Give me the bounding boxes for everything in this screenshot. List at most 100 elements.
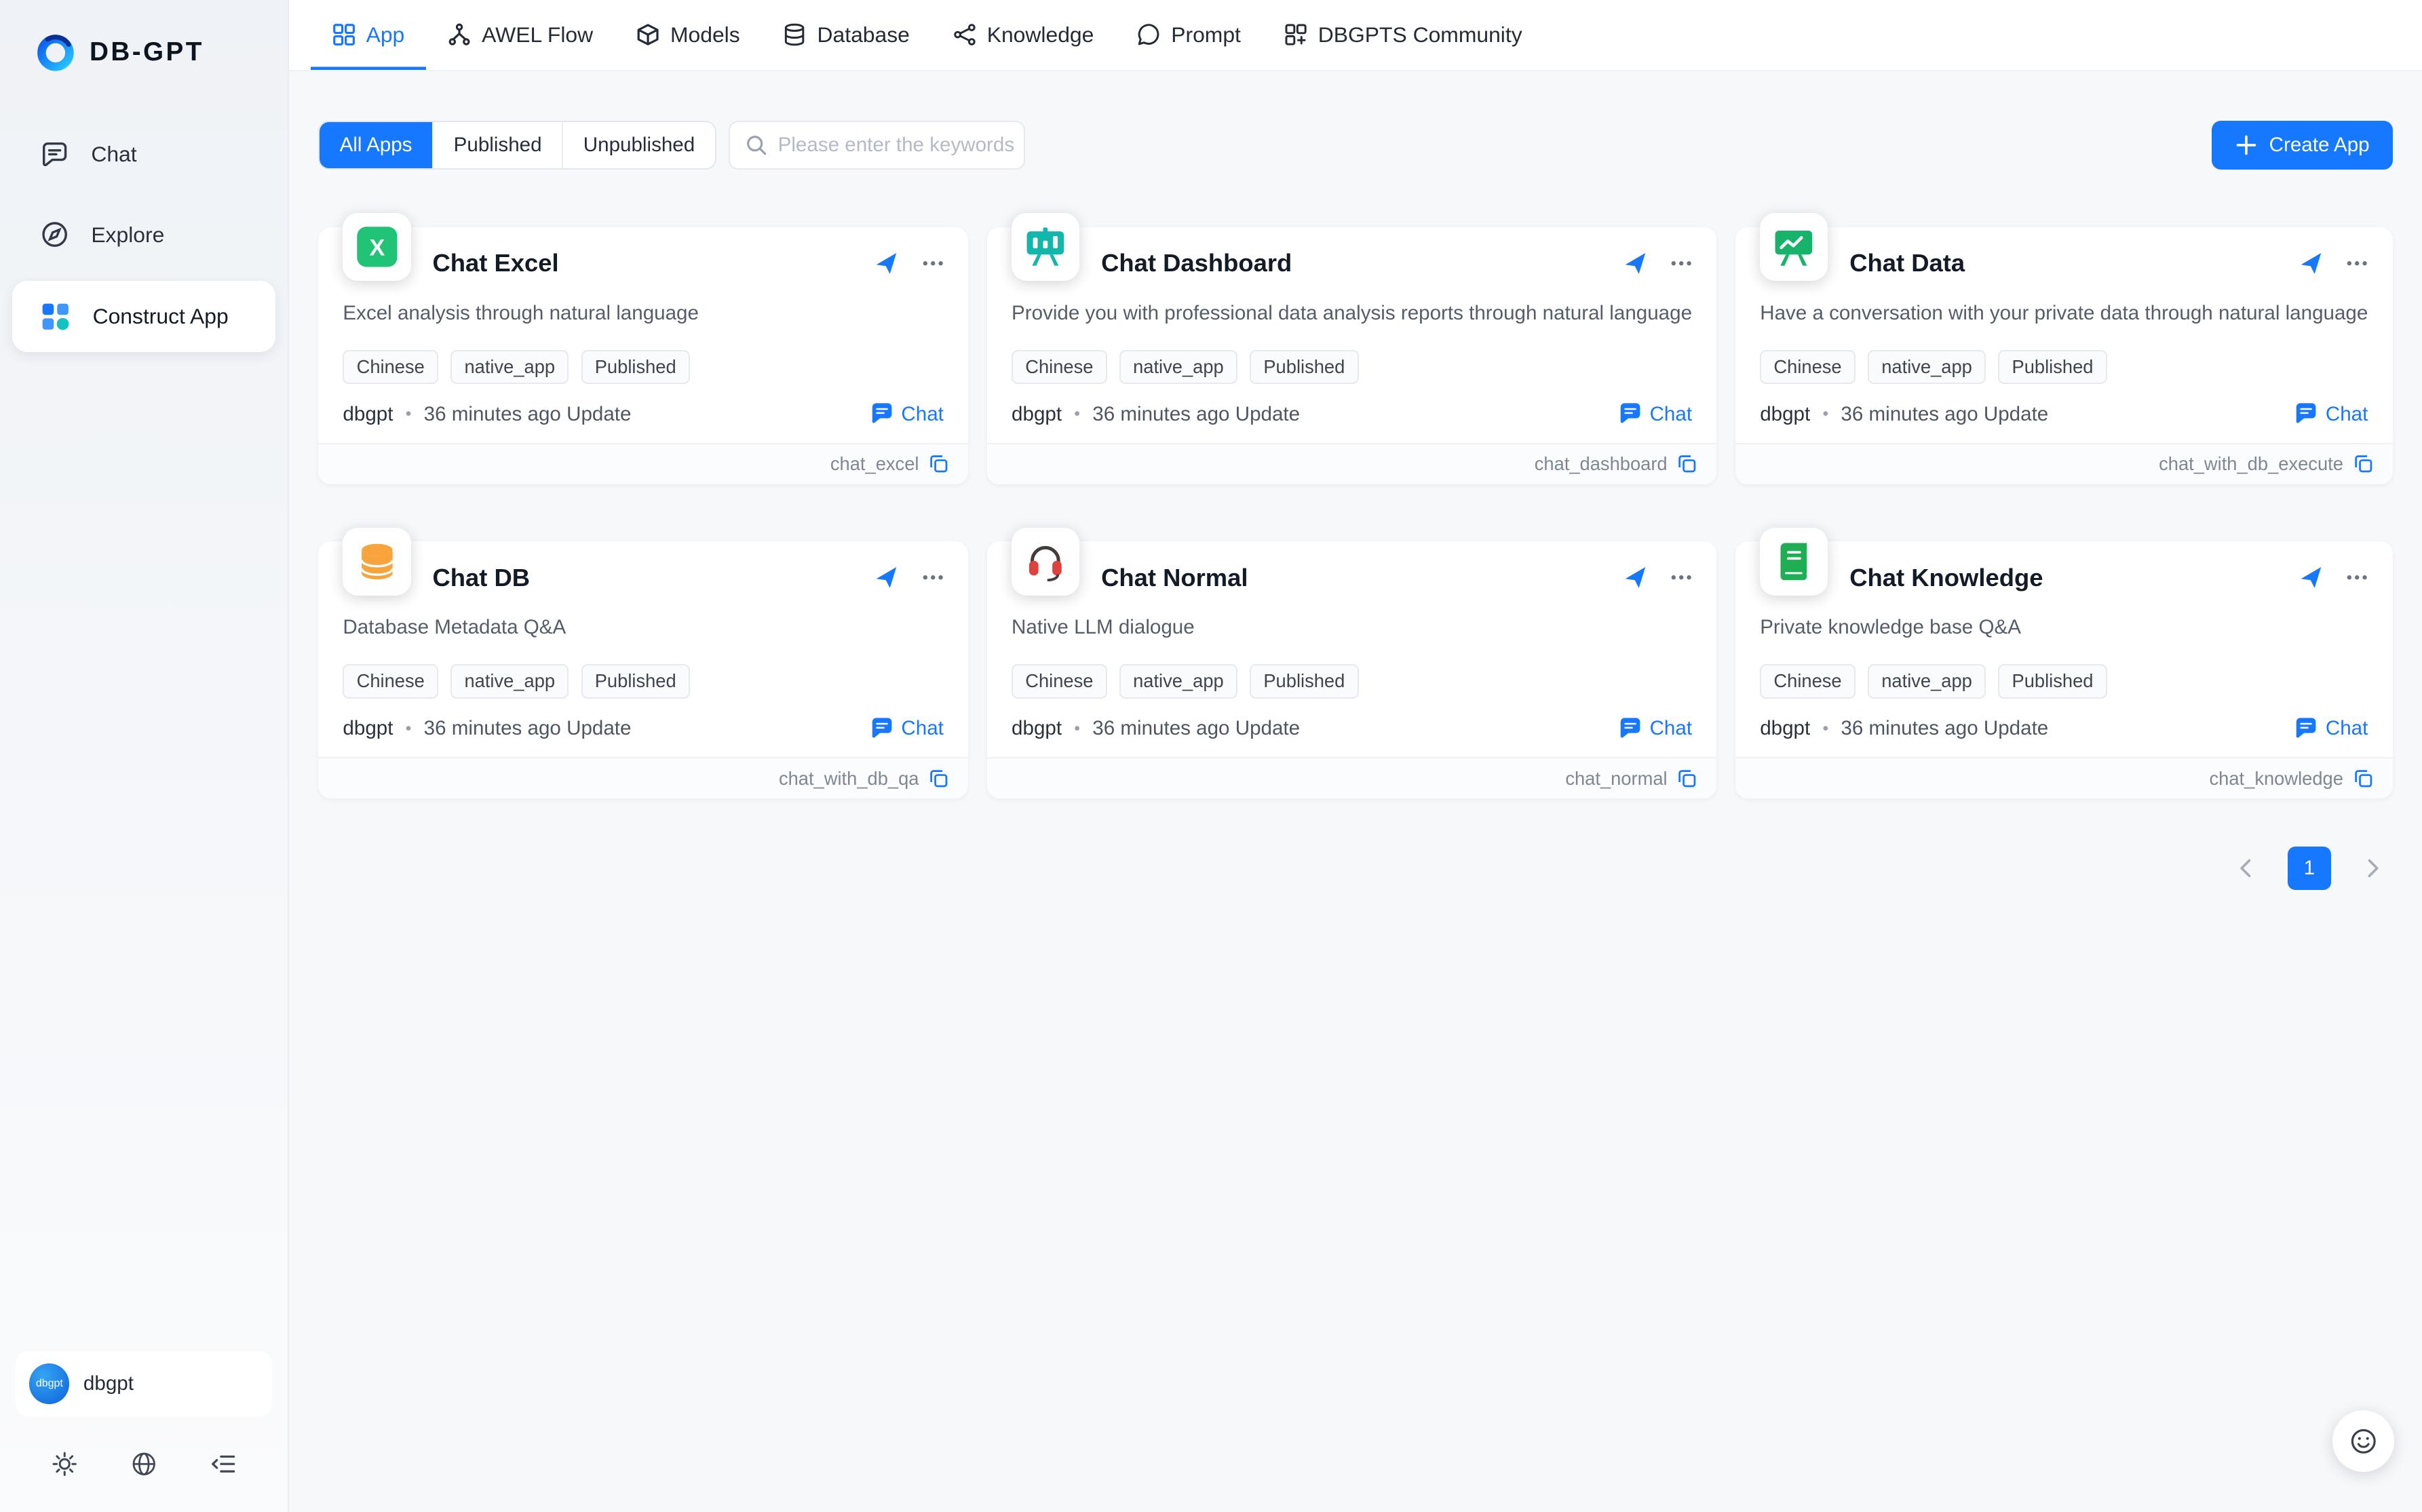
create-app-label: Create App <box>2269 134 2370 157</box>
app-card-chat-normal[interactable]: Chat Normal Native LLM dialogue Chinese … <box>987 541 1717 798</box>
owner-name: dbgpt <box>343 403 393 426</box>
chat-message-icon <box>2294 717 2318 740</box>
card-actions <box>2297 564 2371 592</box>
card-meta: dbgpt • 36 minutes ago Update Chat <box>987 384 1717 425</box>
card-actions <box>2297 250 2371 277</box>
tab-prompt[interactable]: Prompt <box>1115 0 1263 70</box>
app-card-chat-db[interactable]: Chat DB Database Metadata Q&A Chinese na… <box>318 541 968 798</box>
tag: Chinese <box>1012 350 1107 384</box>
headset-icon <box>1024 540 1067 583</box>
card-meta: dbgpt • 36 minutes ago Update Chat <box>987 699 1717 740</box>
publish-cursor-icon[interactable] <box>2297 250 2325 277</box>
filter-all-apps[interactable]: All Apps <box>320 122 432 169</box>
tab-label: Prompt <box>1171 22 1241 47</box>
chat-button-label: Chat <box>2326 403 2368 426</box>
more-ellipsis-icon[interactable] <box>2343 250 2371 277</box>
apps-plus-icon <box>1284 23 1307 46</box>
data-icon <box>1772 225 1815 269</box>
more-ellipsis-icon[interactable] <box>1668 564 1695 592</box>
tag: Published <box>1250 350 1358 384</box>
publish-cursor-icon[interactable] <box>1621 564 1649 592</box>
app-card-chat-excel[interactable]: X Chat Excel Excel analysis through natu… <box>318 227 968 484</box>
app-card-chat-data[interactable]: Chat Data Have a conversation with your … <box>1735 227 2393 484</box>
card-meta: dbgpt • 36 minutes ago Update Chat <box>318 699 968 740</box>
card-header: Chat Dashboard <box>987 227 1717 282</box>
meta-separator: • <box>406 719 412 739</box>
search-input[interactable] <box>778 134 1037 157</box>
dbgpt-logo-icon <box>34 31 77 75</box>
scene-name: chat_with_db_execute <box>2159 453 2343 475</box>
app-card-chat-dashboard[interactable]: Chat Dashboard Provide you with professi… <box>987 227 1717 484</box>
app-card-chat-knowledge[interactable]: Chat Knowledge Private knowledge base Q&… <box>1735 541 2393 798</box>
copy-icon[interactable] <box>928 453 950 475</box>
publish-cursor-icon[interactable] <box>872 250 900 277</box>
copy-icon[interactable] <box>2353 453 2375 475</box>
tab-database[interactable]: Database <box>762 0 931 70</box>
chat-button[interactable]: Chat <box>870 717 944 740</box>
feedback-smiley-button[interactable] <box>2332 1410 2394 1472</box>
tab-app[interactable]: App <box>311 0 427 70</box>
chat-button[interactable]: Chat <box>2294 717 2368 740</box>
prev-page-chevron-icon[interactable] <box>2226 848 2266 888</box>
card-header: Chat Data <box>1735 227 2393 282</box>
copy-icon[interactable] <box>1676 453 1698 475</box>
tab-dbgpts-community[interactable]: DBGPTS Community <box>1263 0 1544 70</box>
card-header: Chat Knowledge <box>1735 541 2393 596</box>
tab-label: DBGPTS Community <box>1318 22 1522 47</box>
card-header: Chat Normal <box>987 541 1717 596</box>
tag-list: Chinese native_app Published <box>318 641 968 699</box>
card-actions <box>872 250 946 277</box>
sidebar-item-construct-app[interactable]: Construct App <box>12 281 275 352</box>
sidebar-item-explore[interactable]: Explore <box>0 197 288 271</box>
card-header: X Chat Excel <box>318 227 968 282</box>
flow-branch-icon <box>448 23 471 46</box>
chat-button[interactable]: Chat <box>870 402 944 425</box>
theme-sun-icon[interactable] <box>41 1441 88 1487</box>
collapse-menu-icon[interactable] <box>200 1441 246 1487</box>
app-icon-tile <box>343 528 410 596</box>
copy-icon[interactable] <box>928 768 950 790</box>
scene-bar: chat_normal <box>987 757 1717 798</box>
updated-time: 36 minutes ago Update <box>1092 403 1300 426</box>
user-profile[interactable]: dbgpt dbgpt <box>16 1351 272 1416</box>
chat-message-icon <box>870 717 893 740</box>
compass-icon <box>40 220 69 249</box>
chat-bubble-icon <box>40 140 69 169</box>
publish-cursor-icon[interactable] <box>1621 250 1649 277</box>
chat-button[interactable]: Chat <box>2294 402 2368 425</box>
next-page-chevron-icon[interactable] <box>2353 848 2393 888</box>
language-globe-icon[interactable] <box>121 1441 167 1487</box>
publish-cursor-icon[interactable] <box>872 564 900 592</box>
chat-button[interactable]: Chat <box>1619 402 1692 425</box>
publish-cursor-icon[interactable] <box>2297 564 2325 592</box>
tag: native_app <box>1868 350 1986 384</box>
page-number[interactable]: 1 <box>2288 847 2331 890</box>
tab-models[interactable]: Models <box>615 0 762 70</box>
tag-list: Chinese native_app Published <box>1735 327 2393 385</box>
scene-bar: chat_excel <box>318 443 968 484</box>
copy-icon[interactable] <box>1676 768 1698 790</box>
chat-button[interactable]: Chat <box>1619 717 1692 740</box>
tab-awel-flow[interactable]: AWEL Flow <box>426 0 615 70</box>
user-name: dbgpt <box>83 1372 134 1395</box>
scene-name: chat_dashboard <box>1535 453 1668 475</box>
avatar: dbgpt <box>29 1363 69 1403</box>
sidebar-item-chat[interactable]: Chat <box>0 117 288 191</box>
copy-icon[interactable] <box>2353 768 2375 790</box>
more-ellipsis-icon[interactable] <box>1668 250 1695 277</box>
more-ellipsis-icon[interactable] <box>919 564 946 592</box>
create-app-button[interactable]: Create App <box>2212 121 2392 170</box>
tab-knowledge[interactable]: Knowledge <box>931 0 1115 70</box>
svg-text:X: X <box>369 235 385 261</box>
filter-unpublished[interactable]: Unpublished <box>562 122 715 169</box>
filter-segmented-control: All Apps Published Unpublished <box>318 121 716 170</box>
tag: Published <box>581 350 690 384</box>
scene-name: chat_normal <box>1565 768 1667 790</box>
app-description: Have a conversation with your private da… <box>1735 281 2393 326</box>
filter-published[interactable]: Published <box>432 122 562 169</box>
more-ellipsis-icon[interactable] <box>919 250 946 277</box>
tag: Chinese <box>1760 350 1856 384</box>
more-ellipsis-icon[interactable] <box>2343 564 2371 592</box>
app-title: Chat Excel <box>432 249 558 277</box>
meta-separator: • <box>1822 719 1828 739</box>
